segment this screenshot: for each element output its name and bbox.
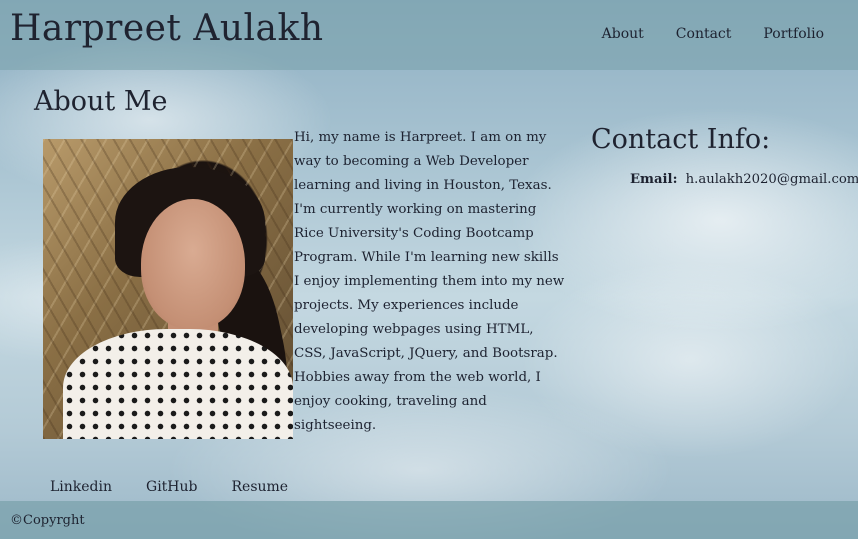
- about-bio: Hi, my name is Harpreet. I am on my way …: [294, 130, 565, 433]
- photo-polka-dot-blouse: [63, 329, 293, 439]
- main-nav: About Contact Portfolio: [570, 26, 824, 42]
- github-link[interactable]: GitHub: [146, 479, 197, 495]
- photo-face: [141, 199, 245, 329]
- social-links: Linkedin GitHub Resume: [50, 479, 288, 495]
- email-label: Email:: [630, 172, 678, 187]
- contact-heading: Contact Info:: [591, 124, 771, 155]
- nav-about-link[interactable]: About: [602, 26, 644, 42]
- nav-portfolio-link[interactable]: Portfolio: [763, 26, 824, 42]
- copyright-text: ©Copyrght: [10, 513, 85, 528]
- email-link[interactable]: h.aulakh2020@gmail.com: [686, 172, 858, 187]
- linkedin-link[interactable]: Linkedin: [50, 479, 112, 495]
- site-title: Harpreet Aulakh: [10, 8, 324, 49]
- profile-photo: [43, 139, 293, 439]
- nav-contact-link[interactable]: Contact: [676, 26, 732, 42]
- resume-link[interactable]: Resume: [232, 479, 289, 495]
- about-heading: About Me: [34, 86, 168, 117]
- site-footer: ©Copyrght: [0, 501, 858, 539]
- contact-email: Email: h.aulakh2020@gmail.com: [630, 172, 858, 187]
- site-header: Harpreet Aulakh About Contact Portfolio: [0, 0, 858, 70]
